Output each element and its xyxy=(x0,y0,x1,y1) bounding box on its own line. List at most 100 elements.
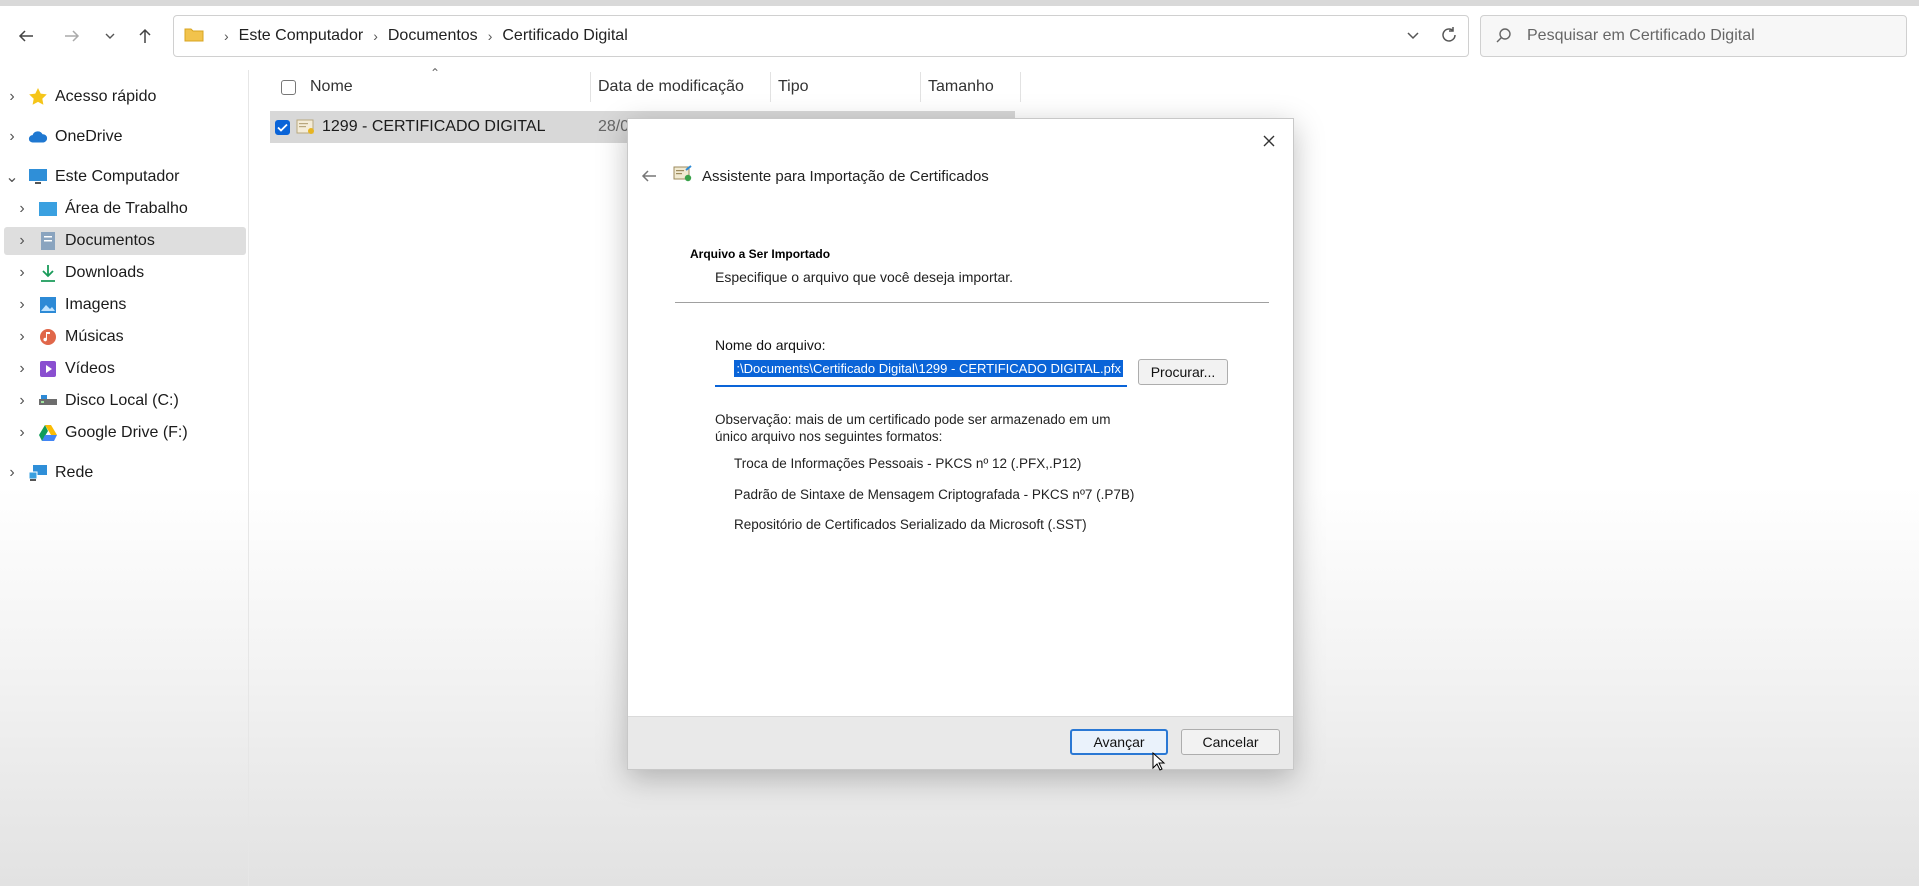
sidebar-item-label: Imagens xyxy=(65,296,127,313)
sidebar-item-label: Área de Trabalho xyxy=(65,200,188,217)
chevron-down-icon[interactable]: ⌄ xyxy=(4,169,20,186)
close-button[interactable] xyxy=(1255,127,1283,155)
folder-icon xyxy=(184,26,204,47)
section-title: Arquivo a Ser Importado xyxy=(690,247,831,261)
chevron-right-icon[interactable]: › xyxy=(14,328,30,345)
sidebar-item-this-pc[interactable]: ⌄ Este Computador xyxy=(4,163,246,191)
recent-locations-button[interactable] xyxy=(96,22,124,50)
chevron-right-icon[interactable]: › xyxy=(14,264,30,281)
arrow-left-icon xyxy=(641,170,656,182)
chevron-right-icon[interactable]: › xyxy=(14,424,30,441)
address-dropdown-icon[interactable] xyxy=(1402,24,1424,51)
mouse-pointer-icon xyxy=(1152,751,1166,777)
documents-icon xyxy=(38,231,58,251)
column-header-name[interactable]: Nome xyxy=(310,72,353,102)
column-header-type[interactable]: Tipo xyxy=(778,72,809,102)
chevron-down-icon xyxy=(105,33,115,39)
column-separator[interactable] xyxy=(1020,72,1021,102)
sidebar-item-label: Acesso rápido xyxy=(55,88,157,105)
chevron-right-icon[interactable]: › xyxy=(14,360,30,377)
sidebar-item-label: Downloads xyxy=(65,264,145,281)
dialog-footer: Avançar Cancelar xyxy=(628,716,1293,769)
formats-note: Observação: mais de um certificado pode … xyxy=(715,411,1135,445)
arrow-left-icon xyxy=(18,30,33,42)
cancel-button[interactable]: Cancelar xyxy=(1181,729,1280,755)
sidebar-item-images[interactable]: › Imagens xyxy=(14,291,246,319)
back-button[interactable] xyxy=(12,22,40,50)
chevron-right-icon[interactable]: › xyxy=(14,392,30,409)
sidebar-item-desktop[interactable]: › Área de Trabalho xyxy=(14,195,246,223)
arrow-right-icon xyxy=(65,30,80,42)
drive-icon xyxy=(38,391,58,411)
sidebar-item-network[interactable]: › Rede xyxy=(4,459,246,487)
sidebar-item-label: Google Drive (F:) xyxy=(65,424,188,441)
select-all-checkbox[interactable] xyxy=(281,79,296,95)
chevron-right-icon[interactable]: › xyxy=(14,200,30,217)
close-icon xyxy=(1263,135,1275,147)
format-item: Padrão de Sintaxe de Mensagem Criptograf… xyxy=(734,487,1135,502)
search-box[interactable]: Pesquisar em Certificado Digital xyxy=(1480,15,1907,57)
sidebar-item-label: Vídeos xyxy=(65,360,115,377)
chevron-right-icon[interactable]: › xyxy=(14,296,30,313)
column-header-size[interactable]: Tamanho xyxy=(928,72,994,102)
sidebar-divider xyxy=(248,70,249,886)
file-name-input[interactable]: :\Documents\Certificado Digital\1299 - C… xyxy=(715,357,1127,387)
music-icon xyxy=(38,327,58,347)
column-header-label: Data de modificação xyxy=(598,78,744,95)
sidebar-item-onedrive[interactable]: › OneDrive xyxy=(4,123,246,151)
column-header-date[interactable]: Data de modificação xyxy=(598,72,744,102)
search-icon xyxy=(1496,28,1511,43)
chevron-right-icon[interactable]: › xyxy=(14,232,30,249)
column-separator[interactable] xyxy=(920,72,921,102)
note-line: Observação: mais de um certificado pode … xyxy=(715,412,1111,427)
browse-button[interactable]: Procurar... xyxy=(1138,359,1228,385)
certificate-wizard-icon xyxy=(672,164,694,188)
forward-button[interactable] xyxy=(58,22,86,50)
sidebar-item-videos[interactable]: › Vídeos xyxy=(14,355,246,383)
sidebar-item-music[interactable]: › Músicas xyxy=(14,323,246,351)
image-icon xyxy=(38,295,58,315)
file-name: 1299 - CERTIFICADO DIGITAL xyxy=(322,118,546,135)
refresh-icon[interactable] xyxy=(1438,24,1460,51)
row-checkbox[interactable] xyxy=(275,119,290,135)
sidebar-item-label: Disco Local (C:) xyxy=(65,392,179,409)
dialog-title-text: Assistente para Importação de Certificad… xyxy=(702,167,989,185)
google-drive-icon xyxy=(38,423,58,443)
file-name-value: :\Documents\Certificado Digital\1299 - C… xyxy=(734,360,1123,377)
file-name-label: Nome do arquivo: xyxy=(715,337,826,353)
sidebar-item-downloads[interactable]: › Downloads xyxy=(14,259,246,287)
chevron-right-icon[interactable]: › xyxy=(4,88,20,105)
sidebar-item-label: Rede xyxy=(55,464,94,481)
breadcrumb-item[interactable]: Este Computador xyxy=(239,27,364,45)
up-button[interactable] xyxy=(131,22,159,50)
monitor-icon xyxy=(28,167,48,187)
chevron-right-icon[interactable]: › xyxy=(4,464,20,481)
sidebar-item-local-disk[interactable]: › Disco Local (C:) xyxy=(14,387,246,415)
format-item: Troca de Informações Pessoais - PKCS nº … xyxy=(734,456,1082,471)
note-line: único arquivo nos seguintes formatos: xyxy=(715,429,943,444)
column-separator[interactable] xyxy=(590,72,591,102)
breadcrumb-item[interactable]: Documentos xyxy=(388,27,478,45)
column-header-label: Tamanho xyxy=(928,78,994,95)
download-icon xyxy=(38,263,58,283)
certificate-file-icon xyxy=(296,118,316,136)
dialog-title: Assistente para Importação de Certificad… xyxy=(672,163,989,189)
sidebar-item-quick-access[interactable]: › Acesso rápido xyxy=(4,83,246,111)
wizard-back-button[interactable] xyxy=(636,163,662,189)
cloud-icon xyxy=(28,127,48,147)
network-icon xyxy=(28,463,48,483)
window-top-strip xyxy=(0,0,1919,6)
breadcrumb-item[interactable]: Certificado Digital xyxy=(502,27,627,45)
certificate-import-wizard-dialog: Assistente para Importação de Certificad… xyxy=(627,118,1294,770)
column-separator[interactable] xyxy=(770,72,771,102)
section-subtitle: Especifique o arquivo que você deseja im… xyxy=(715,269,1014,285)
sidebar-item-label: Documentos xyxy=(65,232,155,249)
column-header-label: Tipo xyxy=(778,78,809,95)
select-all-checkbox-wrap[interactable] xyxy=(281,72,296,102)
chevron-right-icon[interactable]: › xyxy=(4,128,20,145)
desktop-icon xyxy=(38,199,58,219)
sidebar-item-documents[interactable]: › Documentos xyxy=(4,227,246,255)
sidebar-item-label: Este Computador xyxy=(55,168,180,185)
address-bar[interactable]: › Este Computador › Documentos › Certifi… xyxy=(173,15,1469,57)
sidebar-item-google-drive[interactable]: › Google Drive (F:) xyxy=(14,419,246,447)
